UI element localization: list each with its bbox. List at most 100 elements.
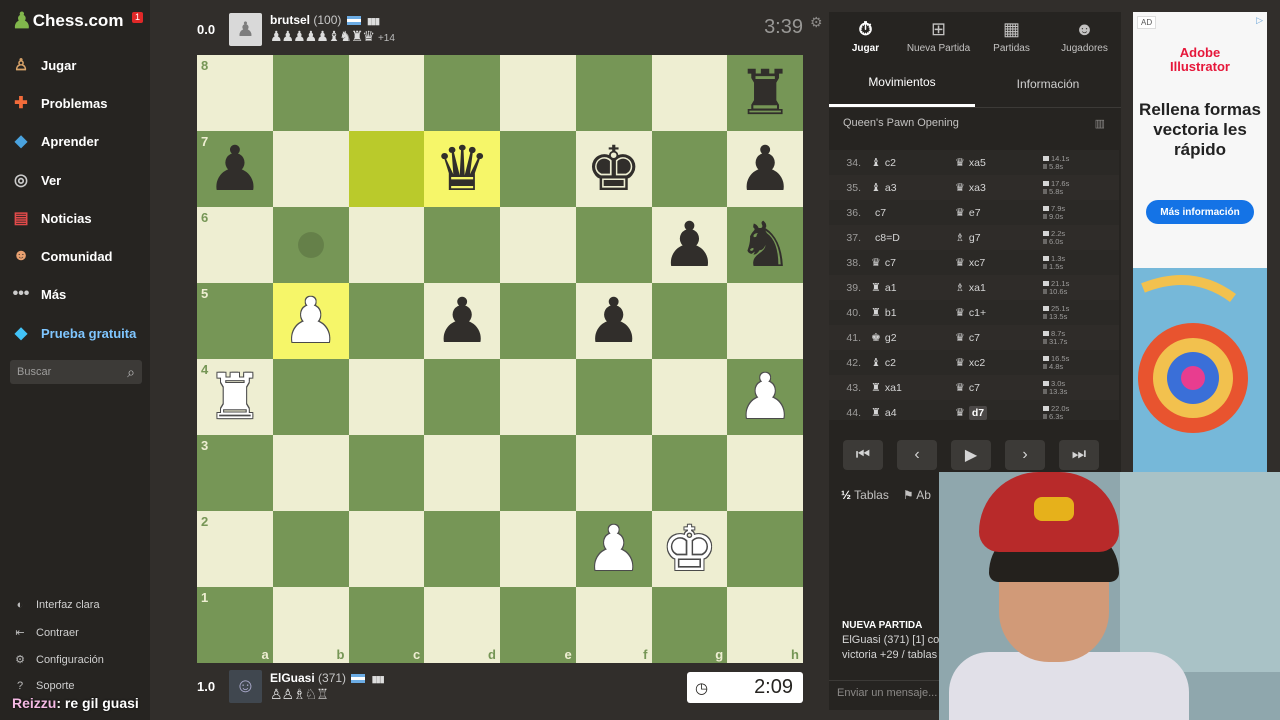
advertisement[interactable]: AD ▷ Adobe Illustrator Rellena formas ve… xyxy=(1133,12,1267,472)
white-move[interactable]: ♜ xa1 xyxy=(871,381,955,395)
square-c6[interactable] xyxy=(348,207,425,283)
square-b4[interactable] xyxy=(272,359,349,435)
square-g5[interactable] xyxy=(651,283,728,359)
sidebar-support[interactable]: ? Soporte xyxy=(12,680,75,692)
square-b7[interactable] xyxy=(272,131,349,207)
square-f6[interactable] xyxy=(575,207,652,283)
piece-a7[interactable]: ♟ xyxy=(207,138,263,200)
square-h3[interactable] xyxy=(727,435,803,511)
square-h8[interactable]: ♜ xyxy=(727,55,803,131)
square-c7[interactable] xyxy=(348,131,425,207)
trash-icon[interactable]: ▥ xyxy=(1095,117,1105,130)
square-c3[interactable] xyxy=(348,435,425,511)
white-move[interactable]: ♜ b1 xyxy=(871,306,955,320)
search-input[interactable]: Buscar ⌕ xyxy=(10,360,142,384)
sidebar-collapse[interactable]: ⇤ Contraer xyxy=(12,626,78,640)
square-g7[interactable] xyxy=(651,131,728,207)
square-a4[interactable]: 4 ♜ xyxy=(197,359,273,435)
board-settings-icon[interactable]: ⚙ xyxy=(810,14,823,31)
square-f7[interactable]: ♚ xyxy=(575,131,652,207)
play-button[interactable]: ▶ xyxy=(951,440,991,470)
next-move-button[interactable]: › xyxy=(1005,440,1045,470)
previous-move-button[interactable]: ‹ xyxy=(897,440,937,470)
square-h2[interactable] xyxy=(727,511,803,587)
square-g2[interactable]: ♚ xyxy=(651,511,728,587)
square-d4[interactable] xyxy=(424,359,500,435)
bottom-player-avatar[interactable]: ☺ xyxy=(229,669,262,703)
black-move[interactable]: ♛ xc7 xyxy=(955,256,1039,270)
square-g1[interactable]: g xyxy=(651,587,728,663)
piece-g2[interactable]: ♚ xyxy=(662,518,718,580)
square-h6[interactable]: ♞ xyxy=(727,207,803,283)
black-move[interactable]: ♗ g7 xyxy=(955,231,1039,245)
abort-button[interactable]: ⚑ Ab xyxy=(903,488,931,502)
square-e2[interactable] xyxy=(500,511,576,587)
piece-g6[interactable]: ♟ xyxy=(662,214,718,276)
top-player-name[interactable]: brutsel xyxy=(270,13,310,27)
sidebar-item-prueba-gratuita[interactable]: ◆ Prueba gratuita xyxy=(10,319,137,347)
piece-h6[interactable]: ♞ xyxy=(737,214,793,276)
chat-input[interactable]: Enviar un mensaje... xyxy=(829,680,939,708)
white-move[interactable]: c8=D xyxy=(871,232,955,244)
black-move[interactable]: ♛ e7 xyxy=(955,206,1039,220)
white-move[interactable]: c7 xyxy=(871,207,955,219)
top-player-avatar[interactable]: ♟ xyxy=(229,12,262,46)
square-e6[interactable] xyxy=(500,207,576,283)
tab-jugadores[interactable]: ☻ Jugadores xyxy=(1048,12,1121,60)
square-e7[interactable] xyxy=(500,131,576,207)
sidebar-item-comunidad[interactable]: ☻ Comunidad xyxy=(10,242,113,270)
square-a5[interactable]: 5 xyxy=(197,283,273,359)
piece-h7[interactable]: ♟ xyxy=(737,138,793,200)
piece-f5[interactable]: ♟ xyxy=(586,290,642,352)
ad-cta-button[interactable]: Más información xyxy=(1146,200,1254,224)
sidebar-light-theme[interactable]: ◐ Interfaz clara xyxy=(12,599,100,611)
square-b6[interactable] xyxy=(272,207,349,283)
piece-a4[interactable]: ♜ xyxy=(207,366,263,428)
black-move[interactable]: ♛ c7 xyxy=(955,381,1039,395)
bottom-player-name[interactable]: ElGuasi xyxy=(270,671,315,685)
square-a3[interactable]: 3 xyxy=(197,435,273,511)
black-move[interactable]: ♛ xa5 xyxy=(955,156,1039,170)
tab-informacion[interactable]: Información xyxy=(975,60,1121,107)
sidebar-item-jugar[interactable]: ♙ Jugar xyxy=(10,51,77,79)
square-f8[interactable] xyxy=(575,55,652,131)
sidebar-item-noticias[interactable]: ▤ Noticias xyxy=(10,204,91,232)
square-h1[interactable]: h xyxy=(727,587,803,663)
piece-d5[interactable]: ♟ xyxy=(434,290,490,352)
square-b1[interactable]: b xyxy=(272,587,349,663)
piece-h4[interactable]: ♟ xyxy=(737,366,793,428)
black-move[interactable]: ♗ xa1 xyxy=(955,281,1039,295)
white-move[interactable]: ♜ a4 xyxy=(871,406,955,420)
square-f3[interactable] xyxy=(575,435,652,511)
draw-button[interactable]: ½ Tablas xyxy=(841,488,889,502)
square-e8[interactable] xyxy=(500,55,576,131)
chesscom-logo[interactable]: ♟ Chess.com xyxy=(12,10,123,32)
square-c2[interactable] xyxy=(348,511,425,587)
square-b5[interactable]: ♟ xyxy=(272,283,349,359)
square-f2[interactable]: ♟ xyxy=(575,511,652,587)
square-d8[interactable] xyxy=(424,55,500,131)
tab-nueva-partida[interactable]: ⊞ Nueva Partida xyxy=(902,12,975,60)
chess-board[interactable]: 8 ♜ 7 ♟ ♛ ♚ ♟ 6 ♟ ♞ 5 ♟ ♟ ♟ 4 ♜ ♟ 3 2 ♟ ♚ 1 a b c d e f g h xyxy=(197,55,803,663)
white-move[interactable]: ♜ a1 xyxy=(871,281,955,295)
white-move[interactable]: ♝ a3 xyxy=(871,181,955,195)
piece-f2[interactable]: ♟ xyxy=(586,518,642,580)
white-move[interactable]: ♝ c2 xyxy=(871,356,955,370)
square-e1[interactable]: e xyxy=(500,587,576,663)
square-g4[interactable] xyxy=(651,359,728,435)
square-b2[interactable] xyxy=(272,511,349,587)
sidebar-item-ver[interactable]: ◎ Ver xyxy=(10,166,61,194)
square-c8[interactable] xyxy=(348,55,425,131)
square-c1[interactable]: c xyxy=(348,587,425,663)
tab-movimientos[interactable]: Movimientos xyxy=(829,60,975,107)
white-move[interactable]: ♛ c7 xyxy=(871,256,955,270)
square-h7[interactable]: ♟ xyxy=(727,131,803,207)
opening-name[interactable]: Queen's Pawn Opening xyxy=(843,117,959,129)
notification-badge[interactable]: 1 xyxy=(132,12,143,23)
move-hint-dot[interactable] xyxy=(297,232,324,258)
sidebar-settings[interactable]: ⚙ Configuración xyxy=(12,653,104,667)
square-d6[interactable] xyxy=(424,207,500,283)
black-move[interactable]: ♛ xa3 xyxy=(955,181,1039,195)
square-e3[interactable] xyxy=(500,435,576,511)
move-list[interactable]: 34. ♝ c2 ♛ xa5 14.1s 5.8s 35. ♝ a3 ♛ xa3 17.6s 5.8s 36… xyxy=(829,150,1119,420)
